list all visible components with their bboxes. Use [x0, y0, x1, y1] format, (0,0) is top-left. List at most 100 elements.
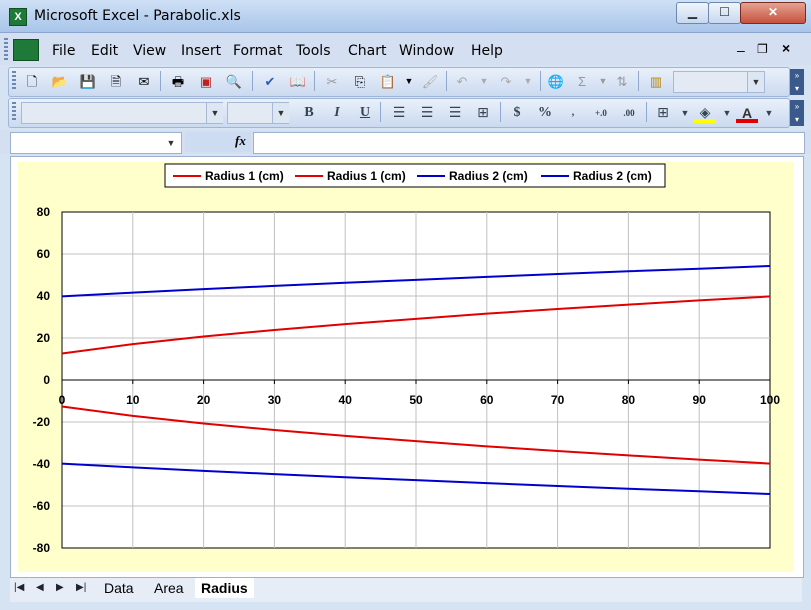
cut-icon[interactable]: ✂: [322, 72, 342, 91]
close-button[interactable]: ✕: [740, 2, 806, 24]
decrease-decimal-icon[interactable]: .00: [618, 103, 640, 123]
align-left-icon[interactable]: ☰: [388, 103, 410, 123]
menu-file[interactable]: File: [52, 43, 75, 59]
zoom-dropdown-icon[interactable]: ▼: [747, 72, 764, 92]
menu-format[interactable]: Format: [233, 43, 282, 59]
x-tick-label: 50: [409, 393, 423, 407]
y-tick-label: -20: [33, 415, 51, 429]
print-preview-icon[interactable]: ▣: [196, 72, 216, 91]
first-sheet-icon[interactable]: |◀: [14, 582, 24, 593]
chart-svg[interactable]: 80 60 40 20 0 -20 -40 -60 -80 0 10 20 30 40 50 60 70 80 90…: [18, 162, 794, 572]
last-sheet-icon[interactable]: ▶|: [76, 582, 86, 593]
undo-dropdown-icon[interactable]: ▼: [474, 72, 494, 91]
percent-icon[interactable]: %: [534, 103, 556, 123]
chart-area[interactable]: 80 60 40 20 0 -20 -40 -60 -80 0 10 20 30 40 50 60 70 80 90…: [18, 162, 794, 572]
x-tick-label: 90: [693, 393, 707, 407]
sheet-tab-area[interactable]: Area: [148, 578, 190, 598]
name-box[interactable]: [10, 132, 182, 154]
permission-icon[interactable]: 🗎: [106, 72, 126, 91]
align-right-icon[interactable]: ☰: [444, 103, 466, 123]
maximize-button[interactable]: ☐: [708, 2, 741, 24]
menu-help[interactable]: Help: [471, 43, 503, 59]
fill-color-dropdown-icon[interactable]: ▼: [716, 103, 738, 123]
borders-icon[interactable]: ⊞: [652, 103, 674, 123]
paste-dropdown-icon[interactable]: ▼: [399, 72, 419, 91]
paste-icon[interactable]: 📋: [378, 72, 398, 91]
workbook-icon[interactable]: [13, 39, 39, 61]
doc-minimize-icon[interactable]: –: [737, 42, 745, 58]
font-color-icon[interactable]: A: [736, 103, 758, 123]
print-icon[interactable]: 🖶: [168, 72, 188, 91]
toolbar-grip[interactable]: [12, 71, 16, 91]
merge-center-icon[interactable]: ⊞: [472, 103, 494, 123]
sheet-tab-data[interactable]: Data: [98, 578, 140, 598]
x-tick-label: 20: [197, 393, 211, 407]
separator: [500, 102, 501, 122]
x-tick-label: 60: [480, 393, 494, 407]
font-size-dropdown-icon[interactable]: ▼: [272, 103, 289, 123]
separator: [314, 71, 315, 91]
y-tick-label: 0: [43, 373, 50, 387]
autosum-dropdown-icon[interactable]: ▼: [593, 72, 613, 91]
name-box-dropdown-icon[interactable]: ▼: [163, 133, 179, 152]
menu-chart[interactable]: Chart: [348, 43, 386, 59]
spelling-icon[interactable]: ✔: [260, 72, 280, 91]
research-icon[interactable]: 🔍: [224, 72, 244, 91]
menu-edit[interactable]: Edit: [91, 43, 118, 59]
separator: [380, 102, 381, 122]
y-tick-label: 80: [37, 205, 51, 219]
redo-icon[interactable]: ↷: [496, 72, 516, 91]
bold-icon[interactable]: B: [298, 103, 320, 123]
font-name-dropdown-icon[interactable]: ▼: [206, 103, 223, 123]
prev-sheet-icon[interactable]: ◀: [36, 582, 44, 593]
comma-style-icon[interactable]: ,: [562, 103, 584, 123]
font-name-combo[interactable]: [21, 102, 223, 124]
hyperlink-icon[interactable]: 🌐: [546, 72, 566, 91]
next-sheet-icon[interactable]: ▶: [56, 582, 64, 593]
legend-label: Radius 1 (cm): [327, 169, 406, 183]
toolbar-grip[interactable]: [12, 102, 16, 122]
increase-decimal-icon[interactable]: +.0: [590, 103, 612, 123]
new-icon[interactable]: 🗋: [22, 72, 42, 91]
open-icon[interactable]: 📂: [50, 72, 70, 91]
minimize-button[interactable]: ▁: [676, 2, 709, 24]
x-tick-label: 100: [760, 393, 780, 407]
toolbar-options-icon[interactable]: » ▾: [790, 69, 804, 95]
y-tick-label: -60: [33, 499, 51, 513]
menu-window[interactable]: Window: [399, 43, 454, 59]
underline-icon[interactable]: U: [354, 103, 376, 123]
sort-ascending-icon[interactable]: ⇅: [612, 72, 632, 91]
currency-icon[interactable]: $: [506, 103, 528, 123]
research-book-icon[interactable]: 📖: [288, 72, 308, 91]
borders-dropdown-icon[interactable]: ▼: [674, 103, 696, 123]
x-tick-label: 80: [622, 393, 636, 407]
sheet-tab-radius[interactable]: Radius: [195, 578, 254, 598]
menu-view[interactable]: View: [133, 43, 166, 59]
doc-close-icon[interactable]: ×: [782, 40, 790, 56]
email-icon[interactable]: ✉: [134, 72, 154, 91]
align-center-icon[interactable]: ☰: [416, 103, 438, 123]
undo-icon[interactable]: ↶: [452, 72, 472, 91]
separator: [638, 71, 639, 91]
fill-color-icon[interactable]: ◈: [694, 103, 716, 123]
formula-input[interactable]: [253, 132, 805, 154]
legend-label: Radius 2 (cm): [449, 169, 528, 183]
menu-tools[interactable]: Tools: [296, 43, 331, 59]
menu-grip[interactable]: [4, 38, 8, 62]
insert-function-icon[interactable]: fx: [235, 133, 246, 149]
close-icon: ✕: [767, 5, 779, 19]
excel-app-icon[interactable]: X: [9, 8, 27, 26]
autosum-icon[interactable]: Σ: [572, 72, 592, 91]
doc-restore-icon[interactable]: ❐: [757, 42, 768, 56]
copy-icon[interactable]: ⎘: [350, 72, 370, 91]
format-painter-icon[interactable]: 🖌: [420, 72, 440, 91]
redo-dropdown-icon[interactable]: ▼: [518, 72, 538, 91]
chart-wizard-icon[interactable]: ▥: [646, 72, 666, 91]
x-tick-label: 10: [126, 393, 140, 407]
toolbar-options-icon[interactable]: » ▾: [790, 100, 804, 126]
font-color-dropdown-icon[interactable]: ▼: [758, 103, 780, 123]
save-icon[interactable]: 💾: [78, 72, 98, 91]
italic-icon[interactable]: I: [326, 103, 348, 123]
y-tick-label: -40: [33, 457, 51, 471]
menu-insert[interactable]: Insert: [181, 43, 221, 59]
